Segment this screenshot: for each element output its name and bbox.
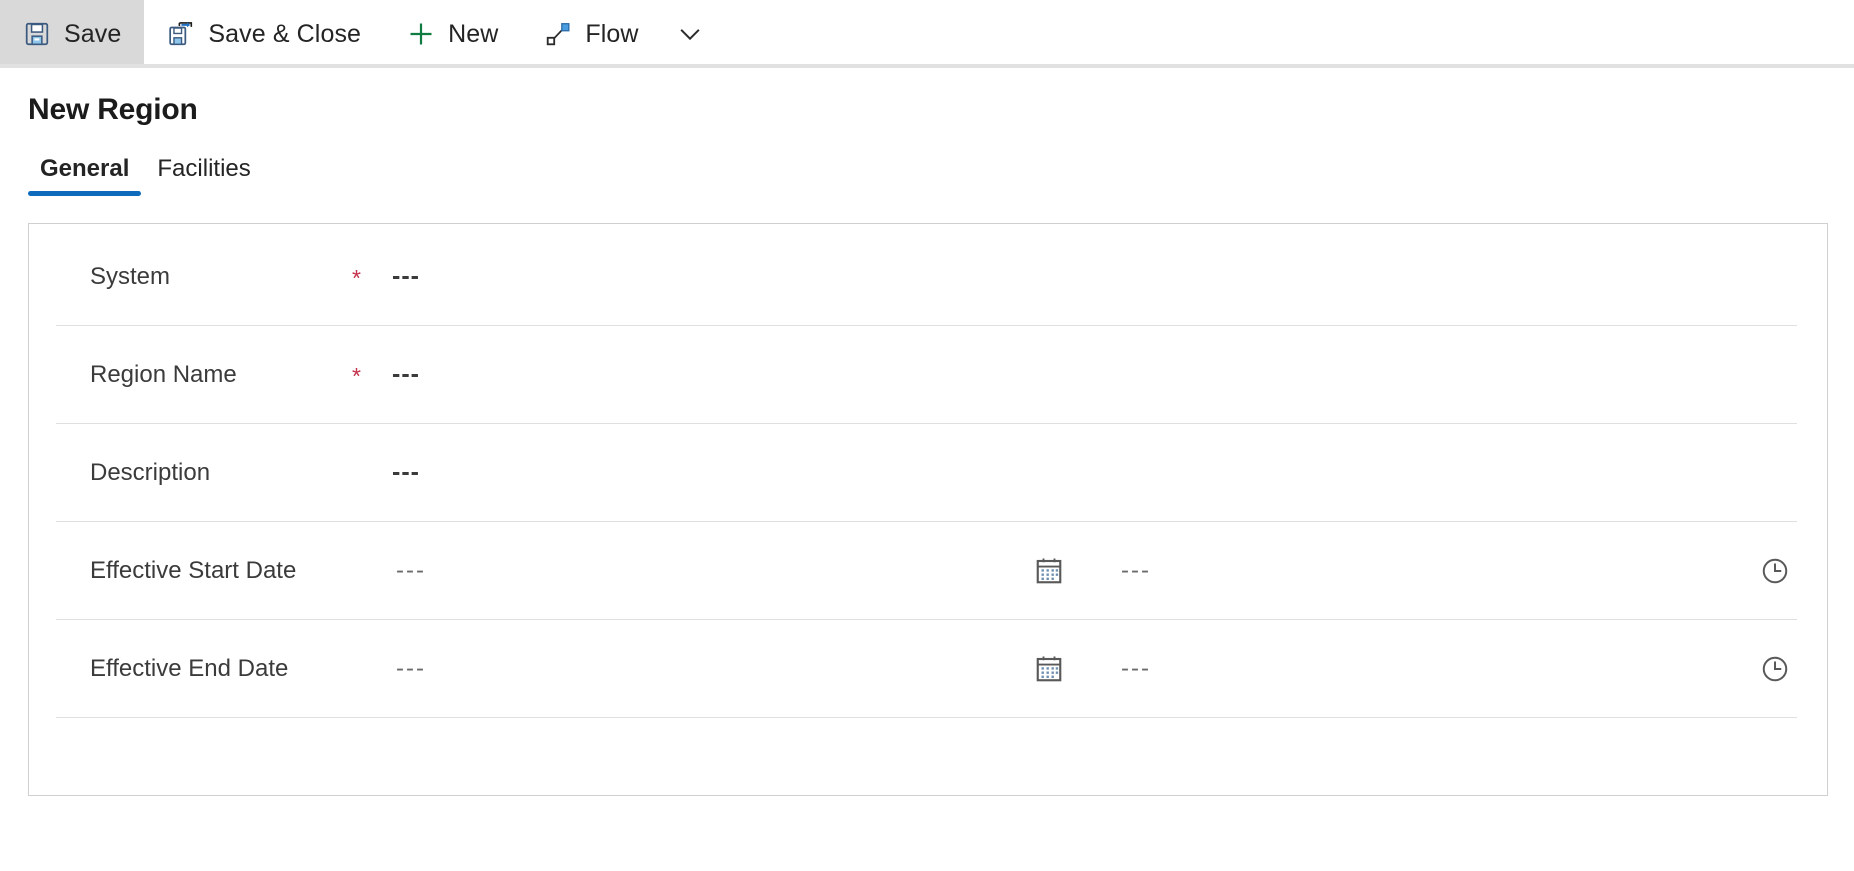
- table-row: Region Name * ---: [56, 326, 1797, 424]
- clock-icon[interactable]: [1759, 555, 1791, 587]
- save-button[interactable]: Save: [0, 0, 145, 68]
- field-label-system: System: [90, 262, 171, 290]
- field-value-effective-start-date[interactable]: ---: [392, 557, 1032, 585]
- required-indicator-system: *: [352, 265, 361, 291]
- field-value-region-name[interactable]: ---: [392, 360, 420, 389]
- form-card: System * --- Region Name * --- Descripti…: [28, 223, 1828, 796]
- chevron-down-icon: [676, 20, 704, 48]
- table-row: Effective Start Date --- ---: [56, 522, 1797, 620]
- form-rows: System * --- Region Name * --- Descripti…: [56, 228, 1797, 718]
- new-button[interactable]: New: [384, 0, 521, 68]
- command-bar: Save Save & Close New Flow: [0, 0, 1854, 68]
- required-indicator-effective-end-date: [352, 667, 392, 671]
- flow-button-label: Flow: [585, 19, 639, 48]
- table-row: System * ---: [56, 228, 1797, 326]
- field-label-region-name: Region Name: [90, 360, 237, 388]
- tab-list: General Facilities: [28, 155, 1854, 196]
- table-row: Description ---: [56, 424, 1797, 522]
- field-value-effective-start-time[interactable]: ---: [1066, 557, 1626, 585]
- field-value-effective-end-date[interactable]: ---: [392, 655, 1032, 683]
- save-icon: [23, 20, 51, 48]
- overflow-menu-button[interactable]: [662, 0, 718, 68]
- page-title: New Region: [28, 93, 198, 126]
- save-button-label: Save: [64, 19, 122, 48]
- new-button-label: New: [448, 19, 499, 48]
- flow-icon: [544, 20, 572, 48]
- field-value-description[interactable]: ---: [392, 458, 420, 487]
- save-and-close-button[interactable]: Save & Close: [144, 0, 384, 68]
- tab-facilities-label: Facilities: [157, 155, 251, 182]
- flow-button[interactable]: Flow: [521, 0, 661, 68]
- plus-icon: [407, 20, 435, 48]
- required-indicator-description: [352, 471, 392, 475]
- field-value-effective-end-time[interactable]: ---: [1066, 655, 1626, 683]
- tab-facilities[interactable]: Facilities: [143, 155, 264, 196]
- calendar-icon[interactable]: [1032, 554, 1066, 588]
- field-label-effective-start-date: Effective Start Date: [90, 556, 297, 584]
- tab-general[interactable]: General: [26, 155, 143, 196]
- page-body: New Region General Facilities System * -…: [0, 93, 1854, 796]
- tab-general-label: General: [40, 155, 130, 182]
- calendar-icon[interactable]: [1032, 652, 1066, 686]
- required-indicator-effective-start-date: [352, 569, 392, 573]
- field-value-system[interactable]: ---: [392, 262, 420, 291]
- table-row: Effective End Date --- ---: [56, 620, 1797, 718]
- required-indicator-region-name: *: [352, 363, 361, 389]
- field-label-effective-end-date: Effective End Date: [90, 654, 289, 682]
- save-close-icon: [167, 20, 195, 48]
- save-and-close-label: Save & Close: [208, 19, 362, 48]
- field-label-description: Description: [90, 458, 211, 486]
- clock-icon[interactable]: [1759, 653, 1791, 685]
